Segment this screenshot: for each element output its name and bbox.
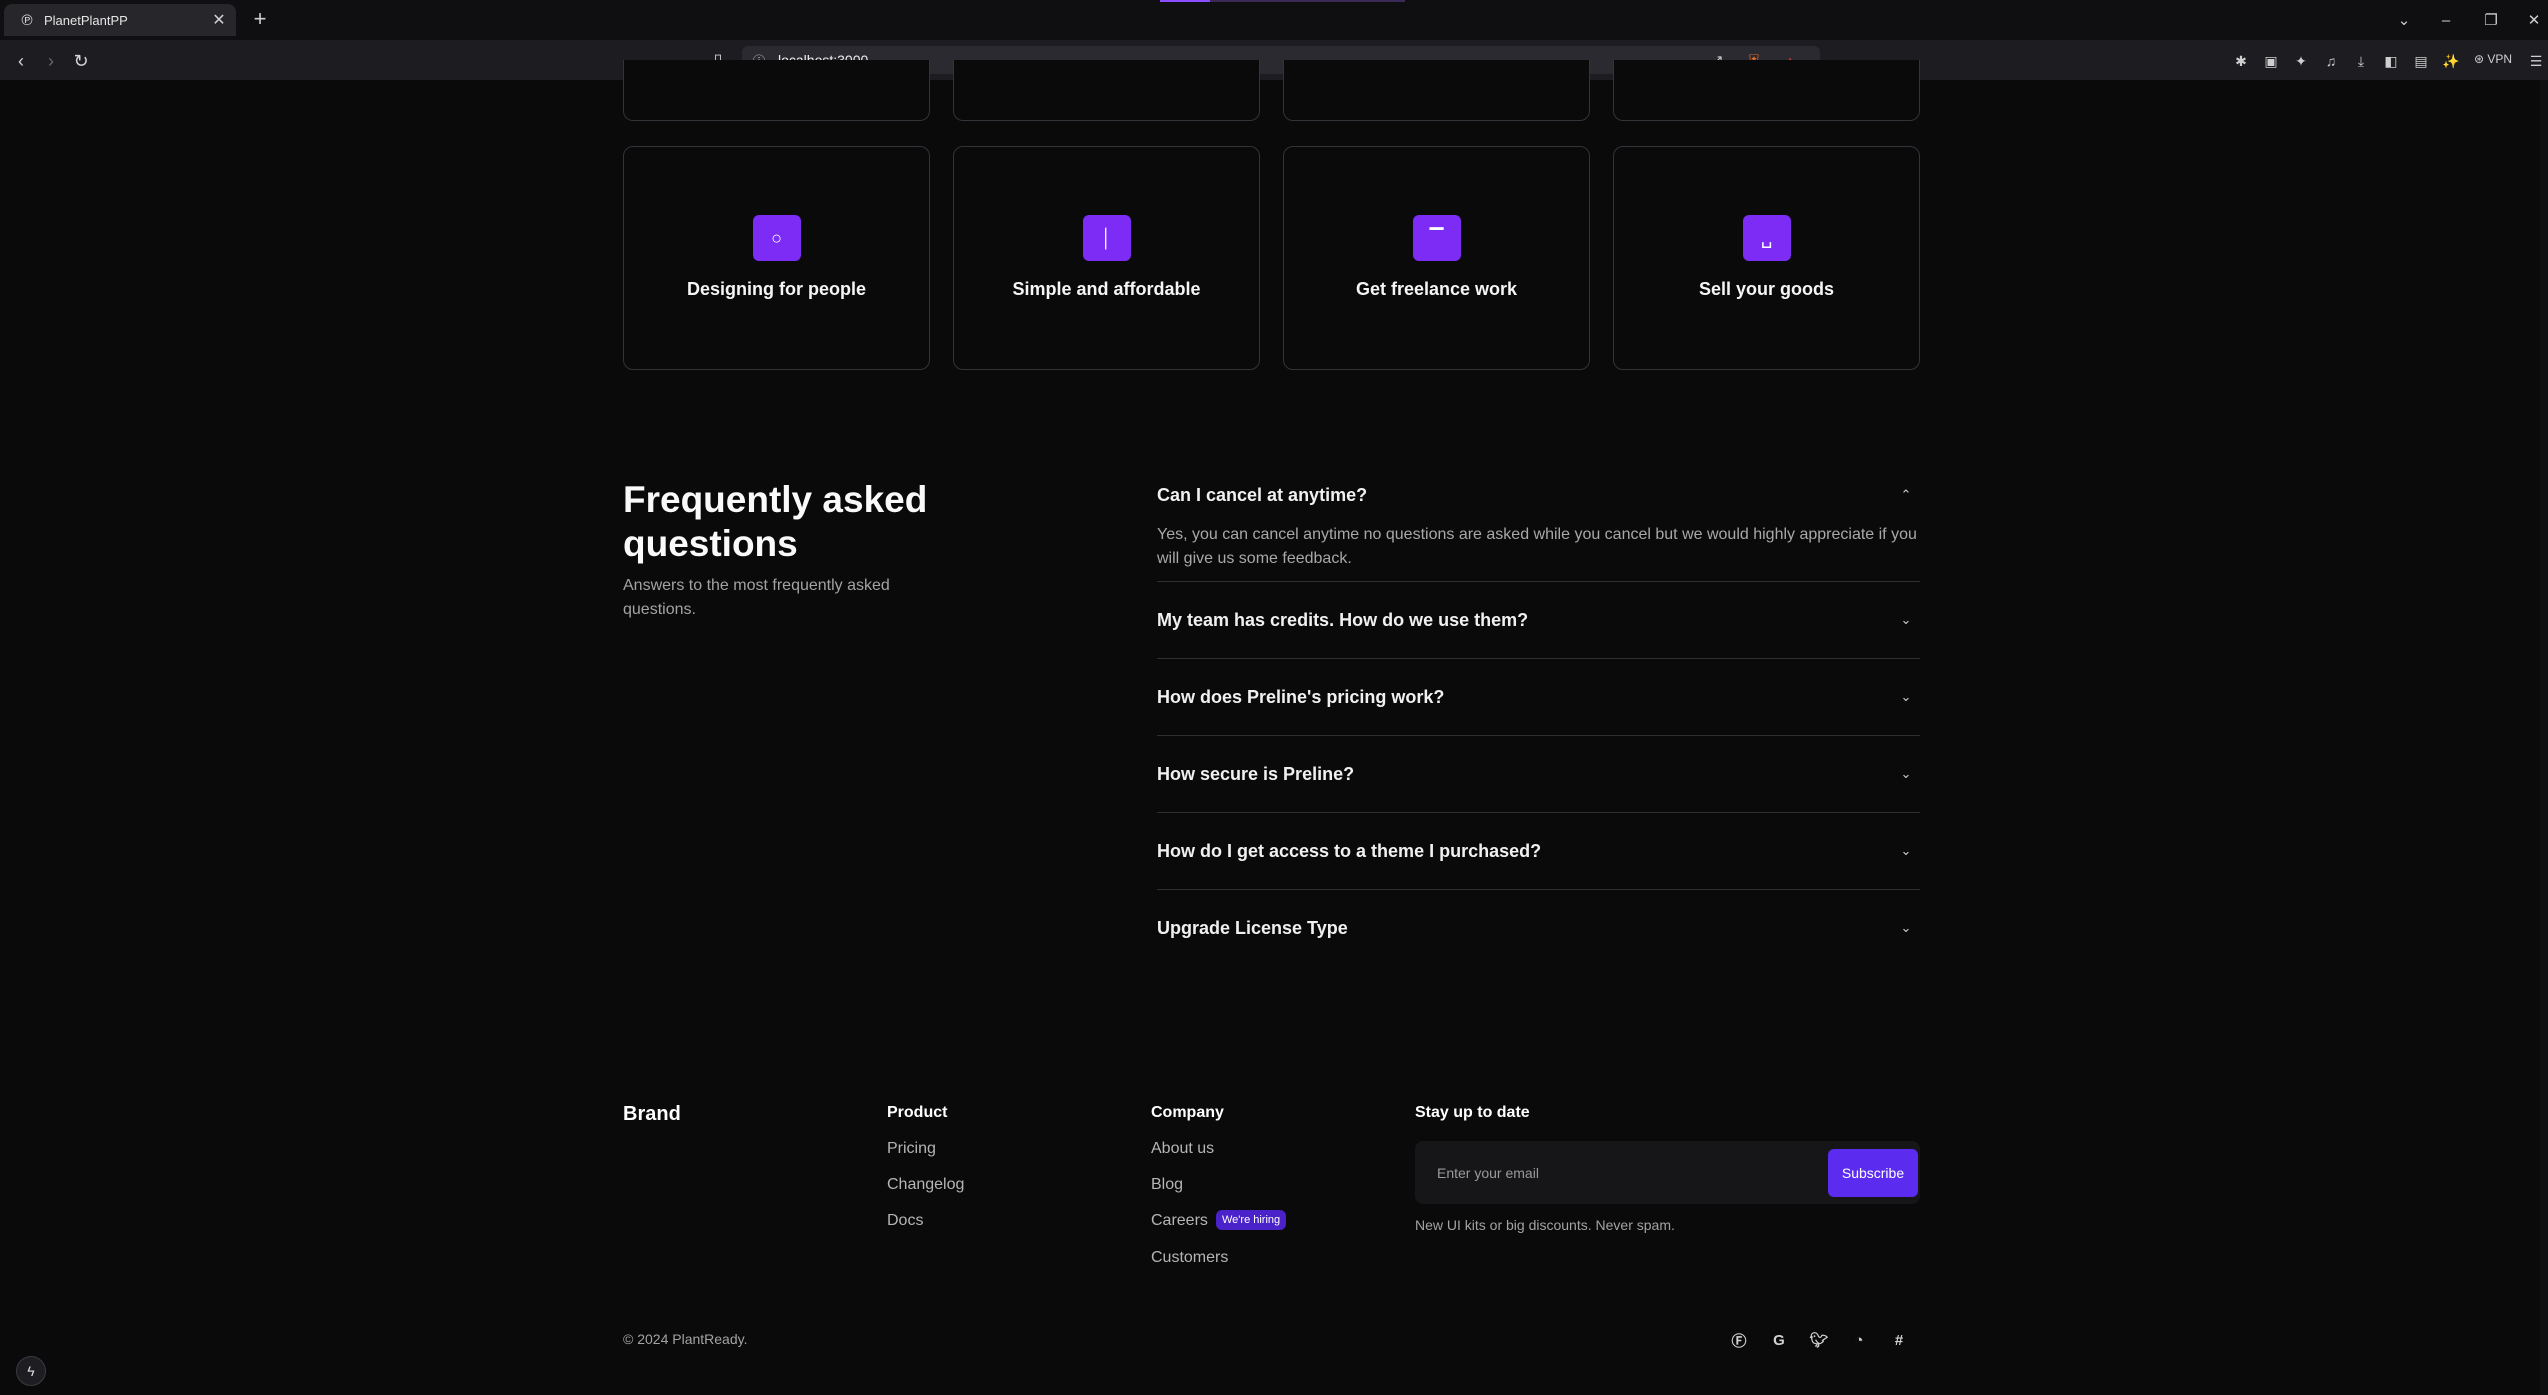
slack-icon[interactable]: # — [1888, 1329, 1910, 1351]
feature-card: │ Simple and affordable — [953, 146, 1260, 370]
chevron-down-icon[interactable]: ⌄ — [1896, 687, 1916, 707]
faq-item[interactable]: Upgrade License Type ⌄ — [1157, 918, 1920, 948]
chevron-down-icon[interactable]: ⌄ — [1896, 918, 1916, 938]
google-icon[interactable]: G — [1768, 1329, 1790, 1351]
close-tab-icon[interactable]: ✕ — [208, 9, 230, 31]
subscribe-button[interactable]: Subscribe — [1828, 1149, 1918, 1197]
facebook-icon[interactable]: Ⓕ — [1728, 1329, 1750, 1351]
circle-icon: ○ — [752, 215, 801, 261]
close-window-icon[interactable]: ✕ — [2520, 6, 2548, 34]
page-scrollbar[interactable] — [2540, 80, 2548, 1395]
dev-tools-icon[interactable]: ϟ — [16, 1356, 46, 1386]
faq-answer: Yes, you can cancel anytime no questions… — [1157, 526, 1917, 567]
extension-icon[interactable]: ✱ — [2230, 50, 2252, 72]
footer-link-pricing[interactable]: Pricing — [887, 1140, 936, 1158]
feature-card: ○ Designing for people — [623, 146, 930, 370]
feature-label: Sell your goods — [1698, 279, 1835, 299]
product-heading: Product — [887, 1104, 948, 1121]
copyright-text: © 2024 PlantReady. — [623, 1331, 748, 1347]
newsletter-heading: Stay up to date — [1415, 1104, 1530, 1121]
top-line-icon: ▔ — [1412, 215, 1461, 261]
download-icon[interactable]: ⤓ — [2350, 50, 2372, 72]
faq-question[interactable]: How do I get access to a theme I purchas… — [1157, 841, 1541, 862]
faq-title: Frequently asked questions — [623, 479, 928, 564]
forward-icon[interactable]: › — [38, 48, 64, 74]
newsletter-note: New UI kits or big discounts. Never spam… — [1415, 1217, 1675, 1233]
new-tab-button[interactable]: + — [248, 6, 272, 31]
vpn-button[interactable]: ⊛ VPN — [2474, 52, 2512, 66]
footer-brand[interactable]: Brand — [623, 1103, 681, 1126]
feature-label: Designing for people — [686, 279, 866, 299]
wallet-card-icon[interactable]: ▤ — [2410, 50, 2432, 72]
faq-question[interactable]: How secure is Preline? — [1157, 764, 1354, 785]
footer-link-blog[interactable]: Blog — [1151, 1176, 1183, 1194]
minimize-icon[interactable]: – — [2432, 6, 2460, 34]
restore-icon[interactable]: ❐ — [2477, 6, 2505, 34]
chevron-up-icon[interactable]: ⌃ — [1896, 485, 1916, 505]
music-icon[interactable]: ♫ — [2320, 50, 2342, 72]
sidebar-icon[interactable]: ◧ — [2380, 50, 2402, 72]
browser-toolbar: ‹ › ↻ ▯ ⓘ localhost:3000 ↗ ⛨ ▲ — [0, 40, 2548, 81]
faq-question[interactable]: Can I cancel at anytime? — [1157, 485, 1367, 506]
feature-card-partial — [623, 60, 930, 121]
footer-link-docs[interactable]: Docs — [887, 1212, 923, 1230]
faq-item[interactable]: How does Preline's pricing work? ⌄ — [1157, 687, 1920, 736]
vpn-label: VPN — [2487, 52, 2513, 66]
hiring-badge: We're hiring — [1216, 1210, 1287, 1230]
back-icon[interactable]: ‹ — [8, 48, 34, 74]
twitter-icon[interactable]: 🐦︎ — [1808, 1329, 1830, 1351]
github-icon[interactable]: ◔ — [1848, 1329, 1870, 1351]
footer-link-customers[interactable]: Customers — [1151, 1249, 1228, 1267]
faq-subtitle: Answers to the most frequently asked que… — [623, 577, 890, 618]
reload-icon[interactable]: ↻ — [68, 48, 94, 74]
leo-ai-icon[interactable]: ✨ — [2440, 50, 2462, 72]
footer-link-changelog[interactable]: Changelog — [887, 1176, 964, 1194]
faq-item[interactable]: How secure is Preline? ⌄ — [1157, 764, 1920, 813]
tab-list-icon[interactable]: ⌄ — [2390, 6, 2418, 34]
feature-label: Simple and affordable — [1012, 279, 1201, 299]
bar-icon: │ — [1082, 215, 1131, 261]
faq-question[interactable]: How does Preline's pricing work? — [1157, 687, 1444, 708]
faq-item[interactable]: How do I get access to a theme I purchas… — [1157, 841, 1920, 890]
puzzle-icon[interactable]: ✦ — [2290, 50, 2312, 72]
feature-card: ▔ Get freelance work — [1283, 146, 1590, 370]
menu-icon[interactable]: ☰ — [2525, 50, 2547, 72]
feature-card-partial — [953, 60, 1260, 121]
footer-link-about[interactable]: About us — [1151, 1140, 1214, 1158]
tab-bar: ℗ PlanetPlantPP ✕ + ⌄ – ❐ ✕ — [0, 0, 2548, 40]
wallet-icon[interactable]: ▣ — [2260, 50, 2282, 72]
feature-card-partial — [1283, 60, 1590, 121]
chevron-down-icon[interactable]: ⌄ — [1896, 841, 1916, 861]
faq-question[interactable]: Upgrade License Type — [1157, 918, 1348, 939]
company-heading: Company — [1151, 1104, 1224, 1121]
tray-icon: ␣ — [1742, 215, 1791, 261]
tab-title: PlanetPlantPP — [44, 12, 128, 28]
chevron-down-icon[interactable]: ⌄ — [1896, 610, 1916, 630]
faq-item[interactable]: Can I cancel at anytime? ⌃ Yes, you can … — [1157, 485, 1920, 582]
faq-question[interactable]: My team has credits. How do we use them? — [1157, 610, 1528, 631]
footer-link-careers[interactable]: Careers — [1151, 1212, 1208, 1230]
feature-label: Get freelance work — [1355, 279, 1518, 299]
browser-tab[interactable]: ℗ PlanetPlantPP ✕ — [4, 4, 236, 36]
newsletter-form: Subscribe — [1415, 1141, 1920, 1204]
feature-card: ␣ Sell your goods — [1613, 146, 1920, 370]
faq-item[interactable]: My team has credits. How do we use them?… — [1157, 610, 1920, 659]
email-input[interactable] — [1425, 1147, 1819, 1199]
favicon-icon: ℗ — [21, 11, 33, 29]
chevron-down-icon[interactable]: ⌄ — [1896, 764, 1916, 784]
feature-card-partial — [1613, 60, 1920, 121]
tabstrip-accent-highlight — [1160, 0, 1210, 2]
